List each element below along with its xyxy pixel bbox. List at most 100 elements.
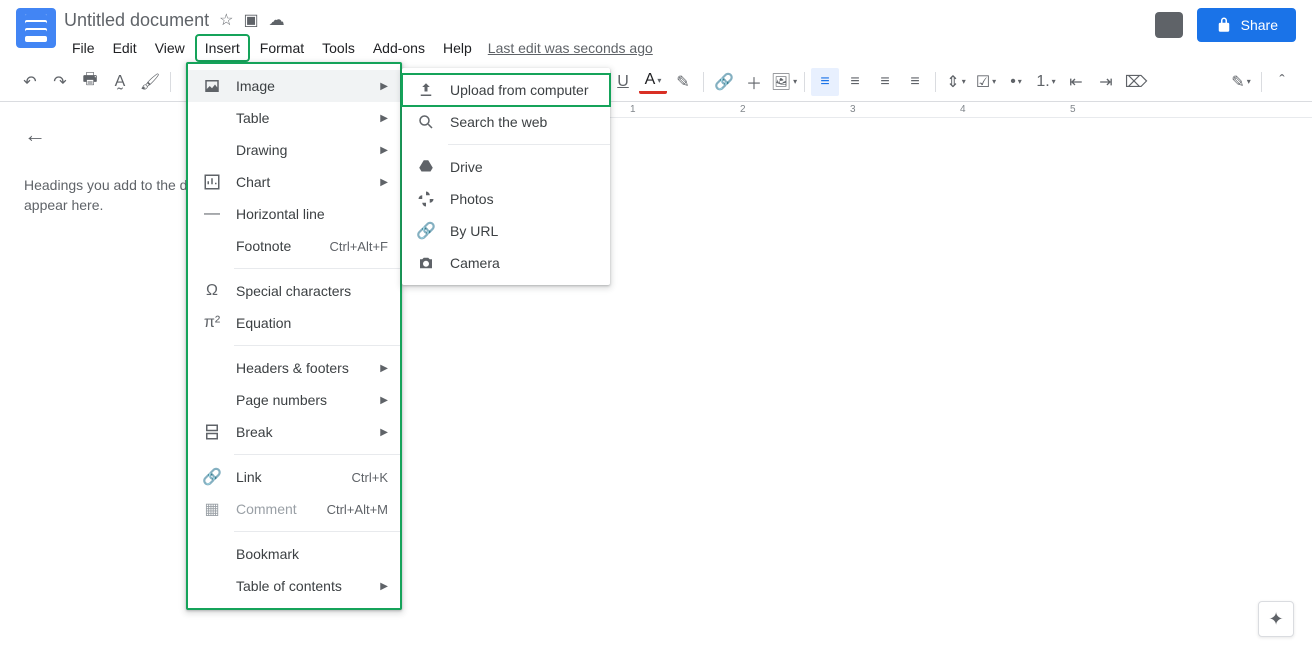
by-url-item[interactable]: 🔗 By URL [402, 215, 610, 247]
menu-separator [234, 531, 400, 532]
insert-drawing-item[interactable]: Drawing ▶ [188, 134, 400, 166]
hide-menus-button[interactable]: ˆ [1268, 68, 1296, 96]
insert-image-item[interactable]: Image ▶ [188, 70, 400, 102]
separator [170, 72, 171, 92]
insert-table-of-contents-item[interactable]: Table of contents ▶ [188, 570, 400, 602]
menu-view[interactable]: View [147, 36, 193, 60]
paint-format-button[interactable]: 🖌 [136, 68, 164, 96]
photos-item[interactable]: Photos [402, 183, 610, 215]
insert-menu-dropdown: Image ▶ Table ▶ Drawing ▶ Chart ▶ — Hori… [186, 62, 402, 610]
upload-from-computer-item[interactable]: Upload from computer [402, 74, 610, 106]
document-title[interactable]: Untitled document [64, 10, 209, 31]
ruler-mark: 3 [850, 104, 856, 115]
blank-icon [202, 140, 222, 160]
menu-label: Drawing [236, 142, 366, 158]
insert-table-item[interactable]: Table ▶ [188, 102, 400, 134]
menu-edit[interactable]: Edit [105, 36, 145, 60]
align-right-button[interactable]: ≡ [871, 68, 899, 96]
insert-footnote-item[interactable]: Footnote Ctrl+Alt+F [188, 230, 400, 262]
redo-button[interactable]: ↷ [46, 68, 74, 96]
add-comment-button[interactable]: ＋ [740, 68, 768, 96]
insert-bookmark-item[interactable]: Bookmark [188, 538, 400, 570]
link-icon: 🔗 [202, 467, 222, 487]
outline-back-icon[interactable]: ← [24, 122, 46, 148]
undo-button[interactable]: ↶ [16, 68, 44, 96]
menu-file[interactable]: File [64, 36, 103, 60]
link-icon: 🔗 [416, 221, 436, 241]
editing-mode-button[interactable]: ✎ [1227, 68, 1255, 96]
pi-icon: π² [202, 313, 222, 333]
cloud-status-icon[interactable]: ☁ [269, 10, 285, 30]
text-color-button[interactable]: A [639, 70, 667, 94]
print-button[interactable]: 🖶 [76, 68, 104, 96]
insert-link-item[interactable]: 🔗 Link Ctrl+K [188, 461, 400, 493]
blank-icon [202, 390, 222, 410]
menu-label: Footnote [236, 238, 315, 254]
submenu-arrow-icon: ▶ [380, 81, 388, 92]
open-comments-icon[interactable] [1155, 12, 1183, 38]
separator [804, 72, 805, 92]
menu-separator [448, 144, 610, 145]
share-button[interactable]: Share [1197, 8, 1296, 42]
highlight-button[interactable]: ✎ [669, 68, 697, 96]
menu-separator [234, 345, 400, 346]
menu-help[interactable]: Help [435, 36, 480, 60]
star-icon[interactable]: ☆ [219, 10, 233, 30]
menu-insert[interactable]: Insert [195, 34, 250, 62]
docs-logo[interactable] [16, 8, 56, 48]
blank-icon [202, 544, 222, 564]
increase-indent-button[interactable]: ⇥ [1092, 68, 1120, 96]
underline-button[interactable]: U [609, 68, 637, 96]
insert-comment-item[interactable]: ▦ Comment Ctrl+Alt+M [188, 493, 400, 525]
menu-label: Table of contents [236, 578, 366, 594]
insert-equation-item[interactable]: π² Equation [188, 307, 400, 339]
menu-label: Page numbers [236, 392, 366, 408]
menu-bar: File Edit View Insert Format Tools Add-o… [64, 34, 1155, 62]
numbered-list-button[interactable]: 1. [1032, 68, 1060, 96]
insert-break-item[interactable]: Break ▶ [188, 416, 400, 448]
menu-addons[interactable]: Add-ons [365, 36, 433, 60]
menu-format[interactable]: Format [252, 36, 312, 60]
camera-item[interactable]: Camera [402, 247, 610, 279]
insert-link-button[interactable]: 🔗 [710, 68, 738, 96]
clear-formatting-button[interactable]: ⌦ [1122, 68, 1150, 96]
spellcheck-button[interactable]: A̰ [106, 68, 134, 96]
drive-item[interactable]: Drive [402, 151, 610, 183]
submenu-arrow-icon: ▶ [380, 581, 388, 592]
insert-chart-item[interactable]: Chart ▶ [188, 166, 400, 198]
omega-icon: Ω [202, 281, 222, 301]
menu-label: Photos [450, 191, 598, 207]
move-icon[interactable]: ▣ [243, 10, 258, 30]
photos-icon [416, 189, 436, 209]
bulleted-list-button[interactable]: • [1002, 68, 1030, 96]
search-the-web-item[interactable]: Search the web [402, 106, 610, 138]
shortcut-text: Ctrl+K [352, 470, 388, 485]
menu-tools[interactable]: Tools [314, 36, 363, 60]
drive-icon [416, 157, 436, 177]
insert-page-numbers-item[interactable]: Page numbers ▶ [188, 384, 400, 416]
last-edit-link[interactable]: Last edit was seconds ago [488, 40, 653, 56]
menu-label: Chart [236, 174, 366, 190]
align-justify-button[interactable]: ≡ [901, 68, 929, 96]
image-submenu-dropdown: Upload from computer Search the web Driv… [402, 68, 610, 285]
menu-label: Headers & footers [236, 360, 366, 376]
insert-horizontal-line-item[interactable]: — Horizontal line [188, 198, 400, 230]
menu-label: Search the web [450, 114, 598, 130]
line-spacing-button[interactable]: ⇕ [942, 68, 970, 96]
menu-label: Image [236, 78, 366, 94]
menu-label: Special characters [236, 283, 388, 299]
blank-icon [202, 576, 222, 596]
insert-special-characters-item[interactable]: Ω Special characters [188, 275, 400, 307]
blank-icon [202, 236, 222, 256]
menu-label: Drive [450, 159, 598, 175]
decrease-indent-button[interactable]: ⇤ [1062, 68, 1090, 96]
checklist-button[interactable]: ☑ [972, 68, 1000, 96]
ruler-mark: 2 [740, 104, 746, 115]
menu-label: Bookmark [236, 546, 388, 562]
align-center-button[interactable]: ≡ [841, 68, 869, 96]
insert-image-button[interactable]: 🖼 [770, 68, 798, 96]
menu-label: Break [236, 424, 366, 440]
align-left-button[interactable]: ≡ [811, 68, 839, 96]
insert-headers-footers-item[interactable]: Headers & footers ▶ [188, 352, 400, 384]
explore-button[interactable]: ✦ [1258, 601, 1294, 637]
